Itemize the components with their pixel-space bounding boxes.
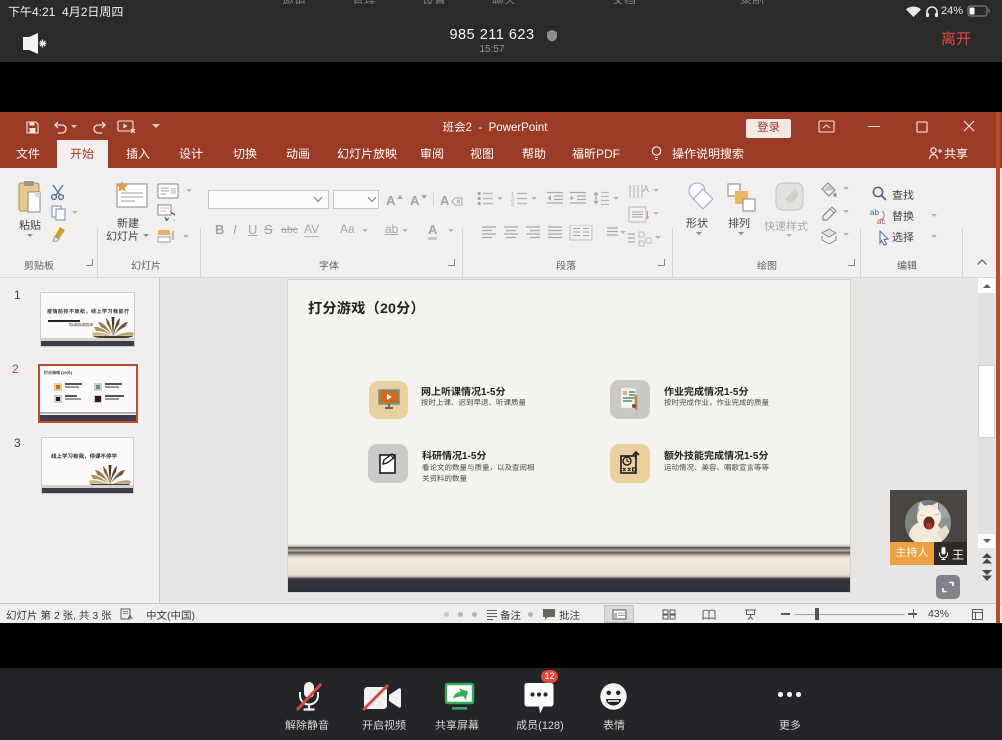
svg-text:ac: ac xyxy=(877,217,885,225)
svg-text:A: A xyxy=(643,184,649,194)
svg-text:ab: ab xyxy=(870,208,879,217)
svg-text:3: 3 xyxy=(511,202,514,206)
